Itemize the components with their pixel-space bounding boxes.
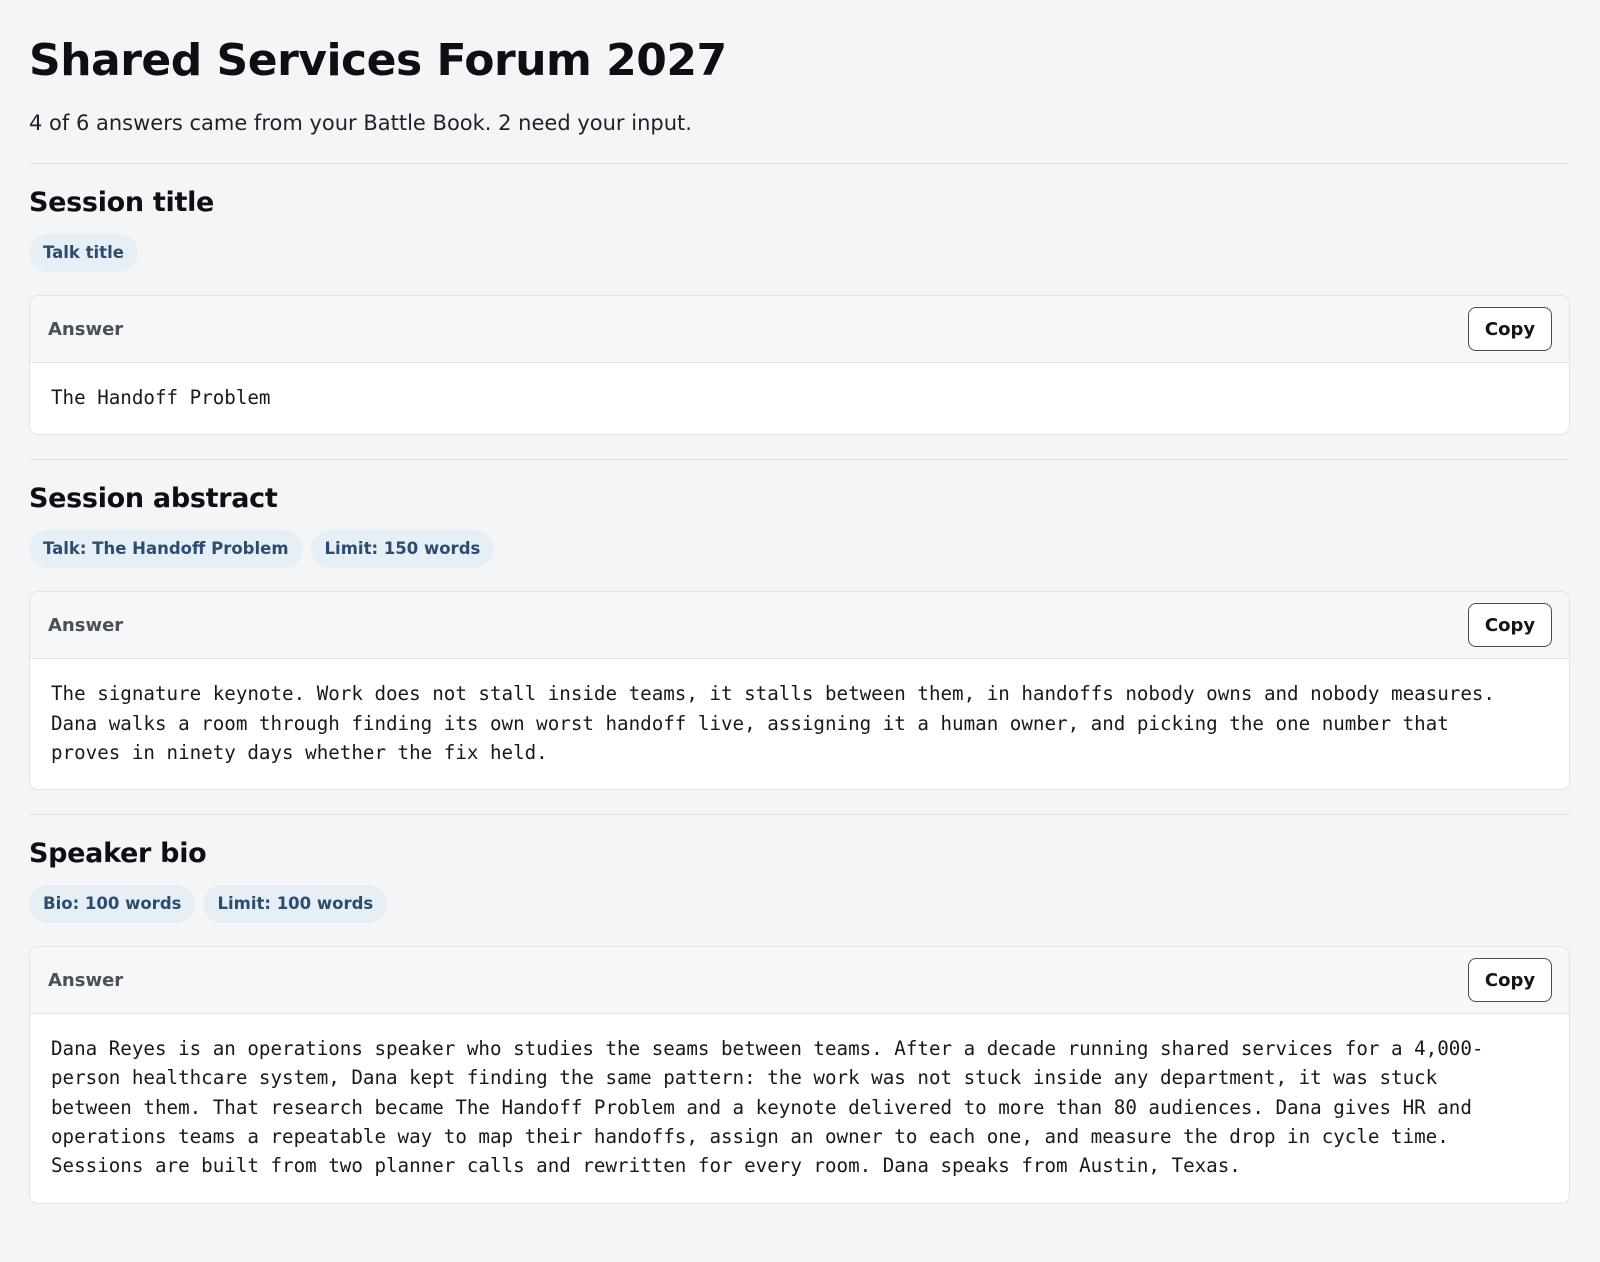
answer-card-header: Answer Copy [30,592,1569,660]
page-subtitle: 4 of 6 answers came from your Battle Boo… [29,111,692,135]
page: Shared Services Forum 2027 4 of 6 answer… [29,0,1570,1204]
tag-list: Bio: 100 words Limit: 100 words [29,885,1570,924]
answer-label: Answer [48,318,124,340]
section-speaker-bio: Speaker bio Bio: 100 words Limit: 100 wo… [29,815,1570,1204]
tag: Bio: 100 words [29,885,196,924]
answer-label: Answer [48,969,124,991]
page-title: Shared Services Forum 2027 [29,35,727,86]
answer-text: Dana Reyes is an operations speaker who … [51,1037,1484,1178]
tag: Limit: 150 words [310,530,495,569]
answer-text: The Handoff Problem [51,386,271,409]
tag-list: Talk: The Handoff Problem Limit: 150 wor… [29,530,1570,569]
section-session-abstract: Session abstract Talk: The Handoff Probl… [29,460,1570,791]
copy-button[interactable]: Copy [1468,307,1552,351]
tag: Talk: The Handoff Problem [29,530,303,569]
answer-card: Answer Copy Dana Reyes is an operations … [29,946,1570,1204]
answer-card: Answer Copy The Handoff Problem [29,295,1570,436]
tag-list: Talk title [29,234,1570,272]
answer-card-header: Answer Copy [30,947,1569,1015]
answer-card: Answer Copy The signature keynote. Work … [29,591,1570,791]
copy-button[interactable]: Copy [1468,603,1552,648]
section-session-title: Session title Talk title Answer Copy The… [29,164,1570,436]
answer-label: Answer [48,614,124,636]
copy-button[interactable]: Copy [1468,958,1552,1003]
section-title: Session title [29,187,215,218]
tag: Limit: 100 words [203,885,388,924]
section-title: Session abstract [29,483,278,515]
section-title: Speaker bio [29,838,207,870]
answer-card-header: Answer Copy [30,296,1569,363]
tag: Talk title [29,234,138,272]
answer-text: The signature keynote. Work does not sta… [51,682,1495,764]
